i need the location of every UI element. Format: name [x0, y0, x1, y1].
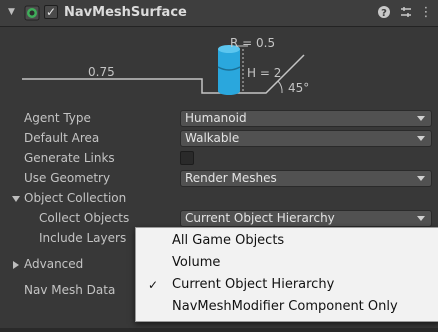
- checkmark-icon: ✓: [148, 278, 159, 292]
- agent-type-label: Agent Type: [24, 111, 91, 125]
- collect-objects-value: Current Object Hierarchy: [185, 211, 335, 225]
- menu-item-volume[interactable]: Volume: [136, 252, 438, 274]
- use-geometry-value: Render Meshes: [185, 171, 277, 185]
- chevron-down-icon: [417, 116, 425, 121]
- agent-type-dropdown[interactable]: Humanoid: [180, 110, 432, 127]
- help-icon[interactable]: ?: [376, 5, 392, 21]
- agent-radius-label: R = 0.5: [230, 36, 276, 50]
- advanced-fold-icon[interactable]: [13, 261, 19, 269]
- chevron-down-icon: [417, 136, 425, 141]
- agent-cylinder-icon: [217, 45, 241, 95]
- object-collection-label[interactable]: Object Collection: [24, 191, 126, 205]
- chevron-down-icon: [417, 176, 425, 181]
- menu-item-label: Current Object Hierarchy: [172, 277, 335, 292]
- more-options-icon[interactable]: ⋮: [418, 5, 434, 21]
- menu-item-navmeshmodifier-only[interactable]: NavMeshModifier Component Only: [136, 296, 438, 318]
- agent-diagram: [22, 45, 305, 95]
- advanced-label[interactable]: Advanced: [24, 257, 83, 271]
- use-geometry-dropdown[interactable]: Render Meshes: [180, 170, 432, 187]
- agent-height-label: H = 2: [247, 66, 282, 80]
- menu-item-label: Volume: [172, 255, 221, 270]
- default-area-label: Default Area: [24, 131, 100, 145]
- default-area-value: Walkable: [185, 131, 240, 145]
- fold-arrow-icon[interactable]: ▼: [8, 6, 18, 18]
- preset-icon[interactable]: [398, 5, 414, 21]
- collect-objects-dropdown[interactable]: Current Object Hierarchy: [180, 210, 432, 227]
- object-collection-fold-icon[interactable]: [12, 196, 20, 202]
- generate-links-label: Generate Links: [24, 151, 115, 165]
- bottom-divider: [0, 328, 438, 332]
- max-slope-label: 45°: [288, 81, 310, 95]
- generate-links-checkbox[interactable]: [180, 151, 194, 165]
- menu-item-current-object-hierarchy[interactable]: ✓ Current Object Hierarchy: [136, 274, 438, 296]
- agent-type-value: Humanoid: [185, 111, 247, 125]
- default-area-dropdown[interactable]: Walkable: [180, 130, 432, 147]
- menu-item-label: All Game Objects: [172, 233, 285, 248]
- svg-text:?: ?: [381, 8, 387, 19]
- include-layers-label: Include Layers: [39, 231, 127, 245]
- use-geometry-label: Use Geometry: [24, 171, 111, 185]
- step-height-label: 0.75: [88, 65, 115, 79]
- nav-mesh-data-label: Nav Mesh Data: [24, 283, 116, 297]
- menu-item-label: NavMeshModifier Component Only: [172, 299, 398, 314]
- collect-objects-label: Collect Objects: [39, 211, 130, 225]
- navmesh-component-icon: [24, 5, 40, 21]
- menu-item-all-game-objects[interactable]: All Game Objects: [136, 230, 438, 252]
- component-enabled-checkbox[interactable]: ✓: [44, 5, 58, 19]
- chevron-down-icon: [417, 216, 425, 221]
- collect-objects-popup-menu: All Game Objects Volume ✓ Current Object…: [135, 227, 438, 322]
- component-title: NavMeshSurface: [64, 5, 187, 20]
